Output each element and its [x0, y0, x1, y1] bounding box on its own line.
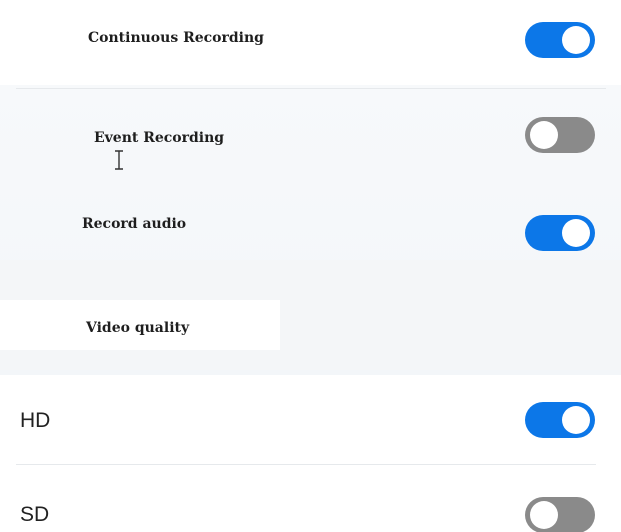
setting-row-continuous-recording: Continuous Recording: [0, 0, 621, 88]
sd-label: SD: [20, 503, 50, 526]
setting-row-hd: HD: [0, 392, 621, 462]
hd-label: HD: [20, 409, 51, 432]
toggle-knob: [530, 501, 558, 529]
continuous-recording-label: Continuous Recording: [88, 30, 264, 46]
continuous-recording-toggle[interactable]: [525, 22, 595, 58]
record-audio-toggle[interactable]: [525, 215, 595, 251]
divider: [16, 88, 606, 89]
event-recording-label: Event Recording: [94, 130, 225, 146]
setting-row-sd: SD: [0, 470, 621, 532]
video-quality-section-title: Video quality: [86, 320, 190, 336]
toggle-knob: [562, 219, 590, 247]
sd-toggle[interactable]: [525, 497, 595, 532]
hd-toggle[interactable]: [525, 402, 595, 438]
toggle-knob: [562, 26, 590, 54]
divider: [16, 464, 596, 465]
text-cursor-icon: [115, 150, 123, 170]
toggle-knob: [562, 406, 590, 434]
record-audio-label: Record audio: [82, 216, 187, 232]
toggle-knob: [530, 121, 558, 149]
event-recording-toggle[interactable]: [525, 117, 595, 153]
setting-row-record-audio: Record audio: [0, 190, 621, 270]
setting-row-event-recording: Event Recording: [0, 100, 621, 190]
settings-screen: Continuous Recording Event Recording Rec…: [0, 0, 621, 532]
